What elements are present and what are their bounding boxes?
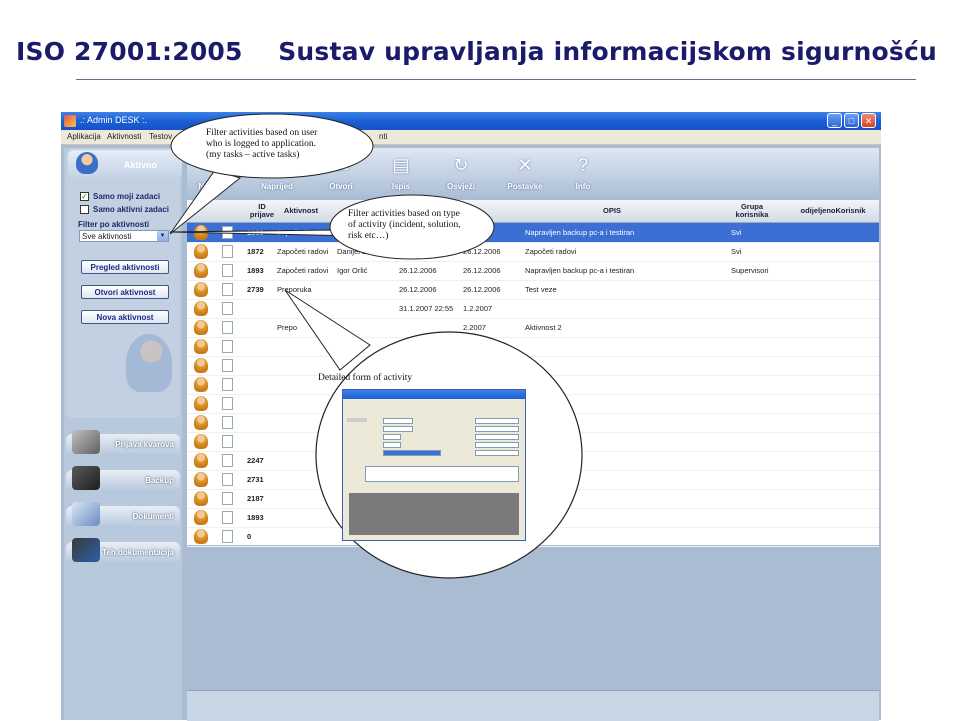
callout-user-filter-line3: (my tasks – active tasks) [206,150,300,160]
callout-type-filter-line3: risk etc…) [348,231,389,241]
callout-user-filter-line2: who is logged to application. [206,139,317,149]
callout-pointer-user [169,169,242,235]
thumbnail-grid [349,493,519,535]
detail-form-thumbnail [342,389,526,541]
slide: ISO 27001:2005 Sustav upravljanja inform… [0,0,953,721]
thumbnail-titlebar [343,390,525,399]
callout-pointer-detail [284,289,371,371]
callout-user-filter-line1: Filter activities based on user [206,128,318,138]
callout-type-filter-line1: Filter activities based on type [348,209,460,219]
callout-detail-label: Detailed form of activity [318,373,413,383]
callouts-layer [169,113,583,579]
callout-type-filter-line2: of activity (incident, solution, [348,220,461,230]
